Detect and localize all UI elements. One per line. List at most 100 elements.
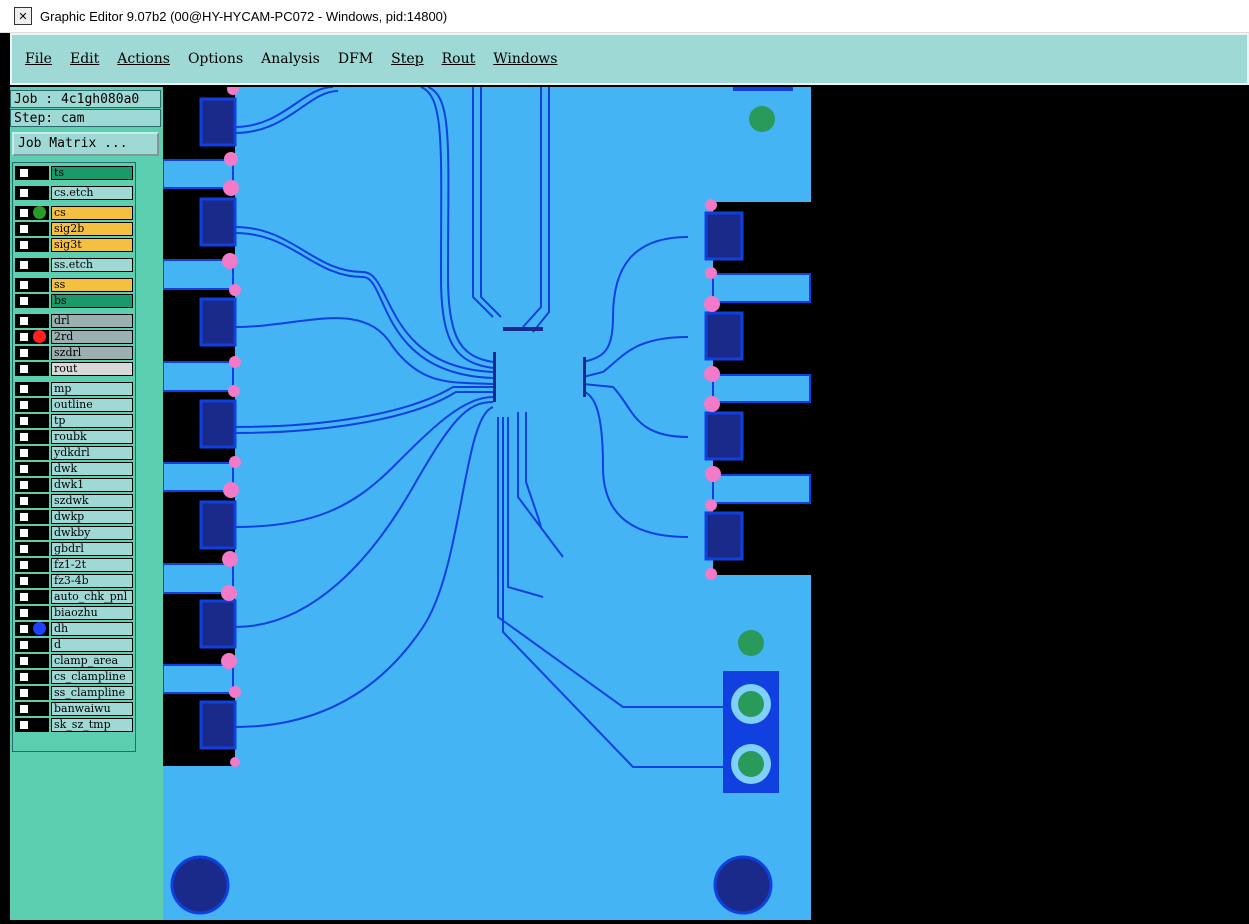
layer-name[interactable]: 2rd — [51, 330, 133, 344]
layer-row-auto_chk_pnl[interactable]: auto_chk_pnl — [15, 590, 133, 604]
layer-name[interactable]: sig2b — [51, 222, 133, 236]
layer-checkbox[interactable] — [19, 656, 29, 666]
layer-checkbox[interactable] — [19, 640, 29, 650]
menu-options[interactable]: Options — [188, 51, 243, 67]
layer-name[interactable]: ss.etch — [51, 258, 133, 272]
layer-name[interactable]: dh — [51, 622, 133, 636]
menu-analysis[interactable]: Analysis — [261, 51, 320, 67]
layer-checkbox[interactable] — [19, 296, 29, 306]
menu-windows[interactable]: Windows — [493, 51, 557, 67]
layer-row-gbdrl[interactable]: gbdrl — [15, 542, 133, 556]
layer-row-clamp_area[interactable]: clamp_area — [15, 654, 133, 668]
layer-row-outline[interactable]: outline — [15, 398, 133, 412]
layer-checkbox[interactable] — [19, 704, 29, 714]
menu-actions[interactable]: Actions — [117, 51, 170, 67]
layer-row-bs[interactable]: bs — [15, 294, 133, 308]
layer-row-2rd[interactable]: 2rd — [15, 330, 133, 344]
layer-row-tp[interactable]: tp — [15, 414, 133, 428]
layer-checkbox[interactable] — [19, 208, 29, 218]
layer-name[interactable]: dwk — [51, 462, 133, 476]
layer-checkbox[interactable] — [19, 224, 29, 234]
layer-row-banwaiwu[interactable]: banwaiwu — [15, 702, 133, 716]
layer-checkbox[interactable] — [19, 448, 29, 458]
layer-name[interactable]: szdrl — [51, 346, 133, 360]
layer-name[interactable]: tp — [51, 414, 133, 428]
layer-checkbox[interactable] — [19, 384, 29, 394]
layer-row-cs.etch[interactable]: cs.etch — [15, 186, 133, 200]
layer-name[interactable]: cs.etch — [51, 186, 133, 200]
menu-rout[interactable]: Rout — [442, 51, 476, 67]
layer-name[interactable]: biaozhu — [51, 606, 133, 620]
layer-checkbox[interactable] — [19, 592, 29, 602]
layer-row-ss[interactable]: ss — [15, 278, 133, 292]
layer-name[interactable]: cs — [51, 206, 133, 220]
layer-row-ydkdrl[interactable]: ydkdrl — [15, 446, 133, 460]
layer-row-cs[interactable]: cs — [15, 206, 133, 220]
layer-checkbox[interactable] — [19, 316, 29, 326]
layer-name[interactable]: ydkdrl — [51, 446, 133, 460]
layer-checkbox[interactable] — [19, 280, 29, 290]
layer-checkbox[interactable] — [19, 416, 29, 426]
layer-row-fz1-2t[interactable]: fz1-2t — [15, 558, 133, 572]
layer-row-sig3t[interactable]: sig3t — [15, 238, 133, 252]
layer-row-biaozhu[interactable]: biaozhu — [15, 606, 133, 620]
layer-checkbox[interactable] — [19, 240, 29, 250]
layer-checkbox[interactable] — [19, 464, 29, 474]
layer-name[interactable]: fz3-4b — [51, 574, 133, 588]
layer-name[interactable]: dwkp — [51, 510, 133, 524]
menu-edit[interactable]: Edit — [70, 51, 99, 67]
layer-checkbox[interactable] — [19, 560, 29, 570]
layer-row-dwk[interactable]: dwk — [15, 462, 133, 476]
layer-checkbox[interactable] — [19, 608, 29, 618]
layer-checkbox[interactable] — [19, 400, 29, 410]
layer-checkbox[interactable] — [19, 496, 29, 506]
layer-name[interactable]: drl — [51, 314, 133, 328]
layer-checkbox[interactable] — [19, 576, 29, 586]
layer-name[interactable]: dwk1 — [51, 478, 133, 492]
pcb-view[interactable] — [162, 83, 1249, 920]
layer-name[interactable]: sk_sz_tmp — [51, 718, 133, 732]
layer-checkbox[interactable] — [19, 672, 29, 682]
layer-row-fz3-4b[interactable]: fz3-4b — [15, 574, 133, 588]
layer-name[interactable]: gbdrl — [51, 542, 133, 556]
layer-row-rout[interactable]: rout — [15, 362, 133, 376]
layer-row-ss_clampline[interactable]: ss_clampline — [15, 686, 133, 700]
layer-row-szdwk[interactable]: szdwk — [15, 494, 133, 508]
layer-name[interactable]: mp — [51, 382, 133, 396]
layer-checkbox[interactable] — [19, 624, 29, 634]
layer-row-drl[interactable]: drl — [15, 314, 133, 328]
layer-name[interactable]: dwkby — [51, 526, 133, 540]
layer-name[interactable]: cs_clampline — [51, 670, 133, 684]
layer-row-dwk1[interactable]: dwk1 — [15, 478, 133, 492]
layer-row-cs_clampline[interactable]: cs_clampline — [15, 670, 133, 684]
layer-row-dwkp[interactable]: dwkp — [15, 510, 133, 524]
layer-row-mp[interactable]: mp — [15, 382, 133, 396]
layer-row-szdrl[interactable]: szdrl — [15, 346, 133, 360]
menu-step[interactable]: Step — [391, 51, 423, 67]
layer-checkbox[interactable] — [19, 432, 29, 442]
layer-name[interactable]: roubk — [51, 430, 133, 444]
layer-name[interactable]: bs — [51, 294, 133, 308]
layer-name[interactable]: auto_chk_pnl — [51, 590, 133, 604]
layer-checkbox[interactable] — [19, 512, 29, 522]
layer-checkbox[interactable] — [19, 188, 29, 198]
layer-checkbox[interactable] — [19, 688, 29, 698]
layer-row-d[interactable]: d — [15, 638, 133, 652]
layer-checkbox[interactable] — [19, 480, 29, 490]
layer-name[interactable]: outline — [51, 398, 133, 412]
layer-checkbox[interactable] — [19, 348, 29, 358]
layer-row-sk_sz_tmp[interactable]: sk_sz_tmp — [15, 718, 133, 732]
layer-checkbox[interactable] — [19, 168, 29, 178]
layer-checkbox[interactable] — [19, 544, 29, 554]
layer-name[interactable]: ss_clampline — [51, 686, 133, 700]
layer-checkbox[interactable] — [19, 260, 29, 270]
layer-row-dh[interactable]: dh — [15, 622, 133, 636]
layer-row-sig2b[interactable]: sig2b — [15, 222, 133, 236]
layer-name[interactable]: ss — [51, 278, 133, 292]
layer-row-ts[interactable]: ts — [15, 166, 133, 180]
layer-name[interactable]: rout — [51, 362, 133, 376]
menu-dfm[interactable]: DFM — [338, 51, 373, 67]
layer-checkbox[interactable] — [19, 332, 29, 342]
layer-name[interactable]: fz1-2t — [51, 558, 133, 572]
layer-checkbox[interactable] — [19, 364, 29, 374]
